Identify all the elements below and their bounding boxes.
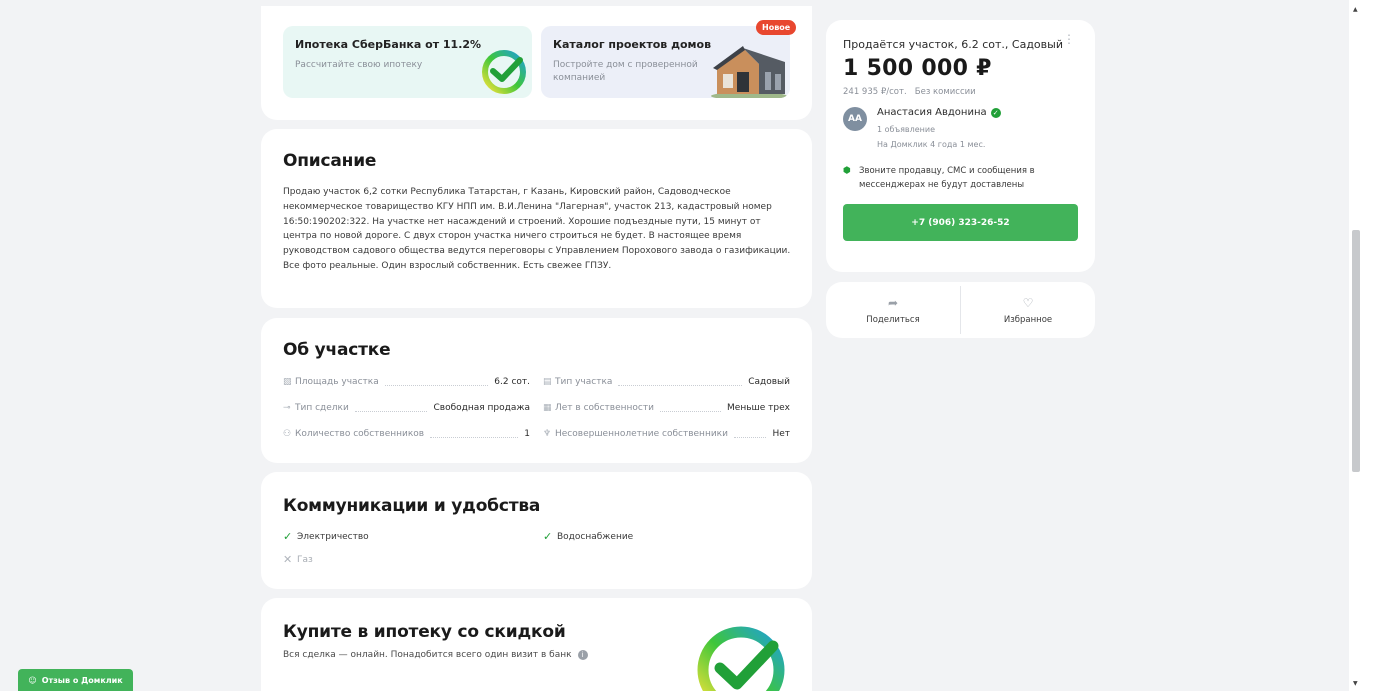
favorite-label: Избранное <box>1003 314 1053 325</box>
smile-icon: ☺ <box>28 675 37 685</box>
shield-check-icon: ⬢ <box>843 166 851 176</box>
description-text: Продаю участок 6,2 сотки Республика Тата… <box>283 187 791 271</box>
scroll-thumb[interactable] <box>1352 230 1360 472</box>
window-edge <box>1363 0 1373 691</box>
feature-electricity: ✓ Электричество <box>283 530 369 543</box>
call-seller-button[interactable]: +7 (906) 323-26-52 <box>843 204 1078 241</box>
about-heading: Об участке <box>283 340 391 360</box>
mortgage-subtitle: Вся сделка — онлайн. Понадобится всего о… <box>283 650 572 660</box>
calendar-icon: ▦ <box>543 403 552 413</box>
house-image <box>711 46 787 98</box>
share-icon: ➦ <box>887 295 899 310</box>
prop-plot-type: ▤ Тип участка Садовый <box>543 377 790 387</box>
actions-card: ➦ Поделиться ♡ Избранное <box>826 282 1095 338</box>
prop-minor-owners: ♆ Несовершеннолетние собственники Нет <box>543 429 790 439</box>
cross-icon: ✕ <box>283 553 293 566</box>
scrollbar[interactable]: ▲ ▼ <box>1349 0 1363 691</box>
area-icon: ▧ <box>283 377 292 387</box>
seller-card: ⋮ Продаётся участок, 6.2 сот., Садовый 1… <box>826 20 1095 272</box>
prop-area: ▧ Площадь участка 6.2 сот. <box>283 377 530 387</box>
feature-water: ✓ Водоснабжение <box>543 530 634 543</box>
agent-listings: 1 объявление <box>877 125 936 134</box>
agent-details: 1 объявление На Домклик 4 года 1 мес. <box>877 122 1001 152</box>
child-icon: ♆ <box>543 429 552 439</box>
sber-logo-icon <box>482 50 526 94</box>
plot-type-icon: ▤ <box>543 377 552 387</box>
agent-name-row: Анастасия Авдонина ✓ <box>877 107 1001 118</box>
communications-heading: Коммуникации и удобства <box>283 496 541 516</box>
scroll-down-icon[interactable]: ▼ <box>1353 680 1358 687</box>
scroll-up-icon[interactable]: ▲ <box>1353 6 1358 13</box>
new-badge: Новое <box>756 20 797 35</box>
check-icon: ✓ <box>283 530 293 543</box>
prop-years-owned: ▦ Лет в собственности Меньше трех <box>543 403 790 413</box>
description-heading: Описание <box>283 151 377 171</box>
share-label: Поделиться <box>866 314 920 325</box>
check-icon: ✓ <box>543 530 553 543</box>
house-catalog-tile[interactable]: Каталог проектов домов Постройте дом с п… <box>541 26 790 98</box>
sber-logo-large-icon <box>697 626 785 691</box>
prop-owners-count: ⚇ Количество собственников 1 <box>283 429 530 439</box>
agent-block[interactable]: АА Анастасия Авдонина ✓ 1 объявление На … <box>843 107 1078 152</box>
prop-deal-type: ⊸ Тип сделки Свободная продажа <box>283 403 530 413</box>
share-button[interactable]: ➦ Поделиться <box>826 282 960 338</box>
communications-card: Коммуникации и удобства ✓ Электричество … <box>261 472 812 589</box>
messaging-notice: ⬢ Звоните продавцу, СМС и сообщения в ме… <box>843 164 1078 192</box>
listing-title: Продаётся участок, 6.2 сот., Садовый <box>843 38 1063 51</box>
description-card: Описание Продаю участок 6,2 сотки Респуб… <box>261 129 812 308</box>
price-per-unit: 241 935 ₽/сот. Без комиссии <box>843 87 976 97</box>
verified-icon: ✓ <box>990 107 1001 118</box>
about-plot-card: Об участке ▧ Площадь участка 6.2 сот. ▤ … <box>261 318 812 463</box>
notice-text: Звоните продавцу, СМС и сообщения в месс… <box>859 166 1035 190</box>
feedback-label: Отзыв о Домклик <box>41 675 123 685</box>
listing-price: 1 500 000 ₽ <box>843 56 992 81</box>
favorite-button[interactable]: ♡ Избранное <box>961 282 1095 338</box>
key-icon: ⊸ <box>283 403 291 413</box>
info-icon[interactable]: i <box>577 650 588 660</box>
people-icon: ⚇ <box>283 429 292 439</box>
feature-gas: ✕ Газ <box>283 553 313 566</box>
agent-name: Анастасия Авдонина <box>877 107 987 118</box>
mortgage-discount-card: Купите в ипотеку со скидкой Вся сделка —… <box>261 598 812 691</box>
house-catalog-subtitle: Постройте дом с проверенной компанией <box>553 60 698 83</box>
avatar: АА <box>843 107 867 131</box>
feedback-button[interactable]: ☺ Отзыв о Домклик <box>18 669 133 691</box>
more-menu-icon[interactable]: ⋮ <box>1063 33 1075 45</box>
agent-since: На Домклик 4 года 1 мес. <box>877 140 986 149</box>
sber-mortgage-subtitle: Рассчитайте свою ипотеку <box>295 60 423 70</box>
heart-icon: ♡ <box>1022 295 1034 310</box>
promo-card: Ипотека СберБанка от 11.2% Рассчитайте с… <box>261 6 812 120</box>
sber-mortgage-tile[interactable]: Ипотека СберБанка от 11.2% Рассчитайте с… <box>283 26 532 98</box>
